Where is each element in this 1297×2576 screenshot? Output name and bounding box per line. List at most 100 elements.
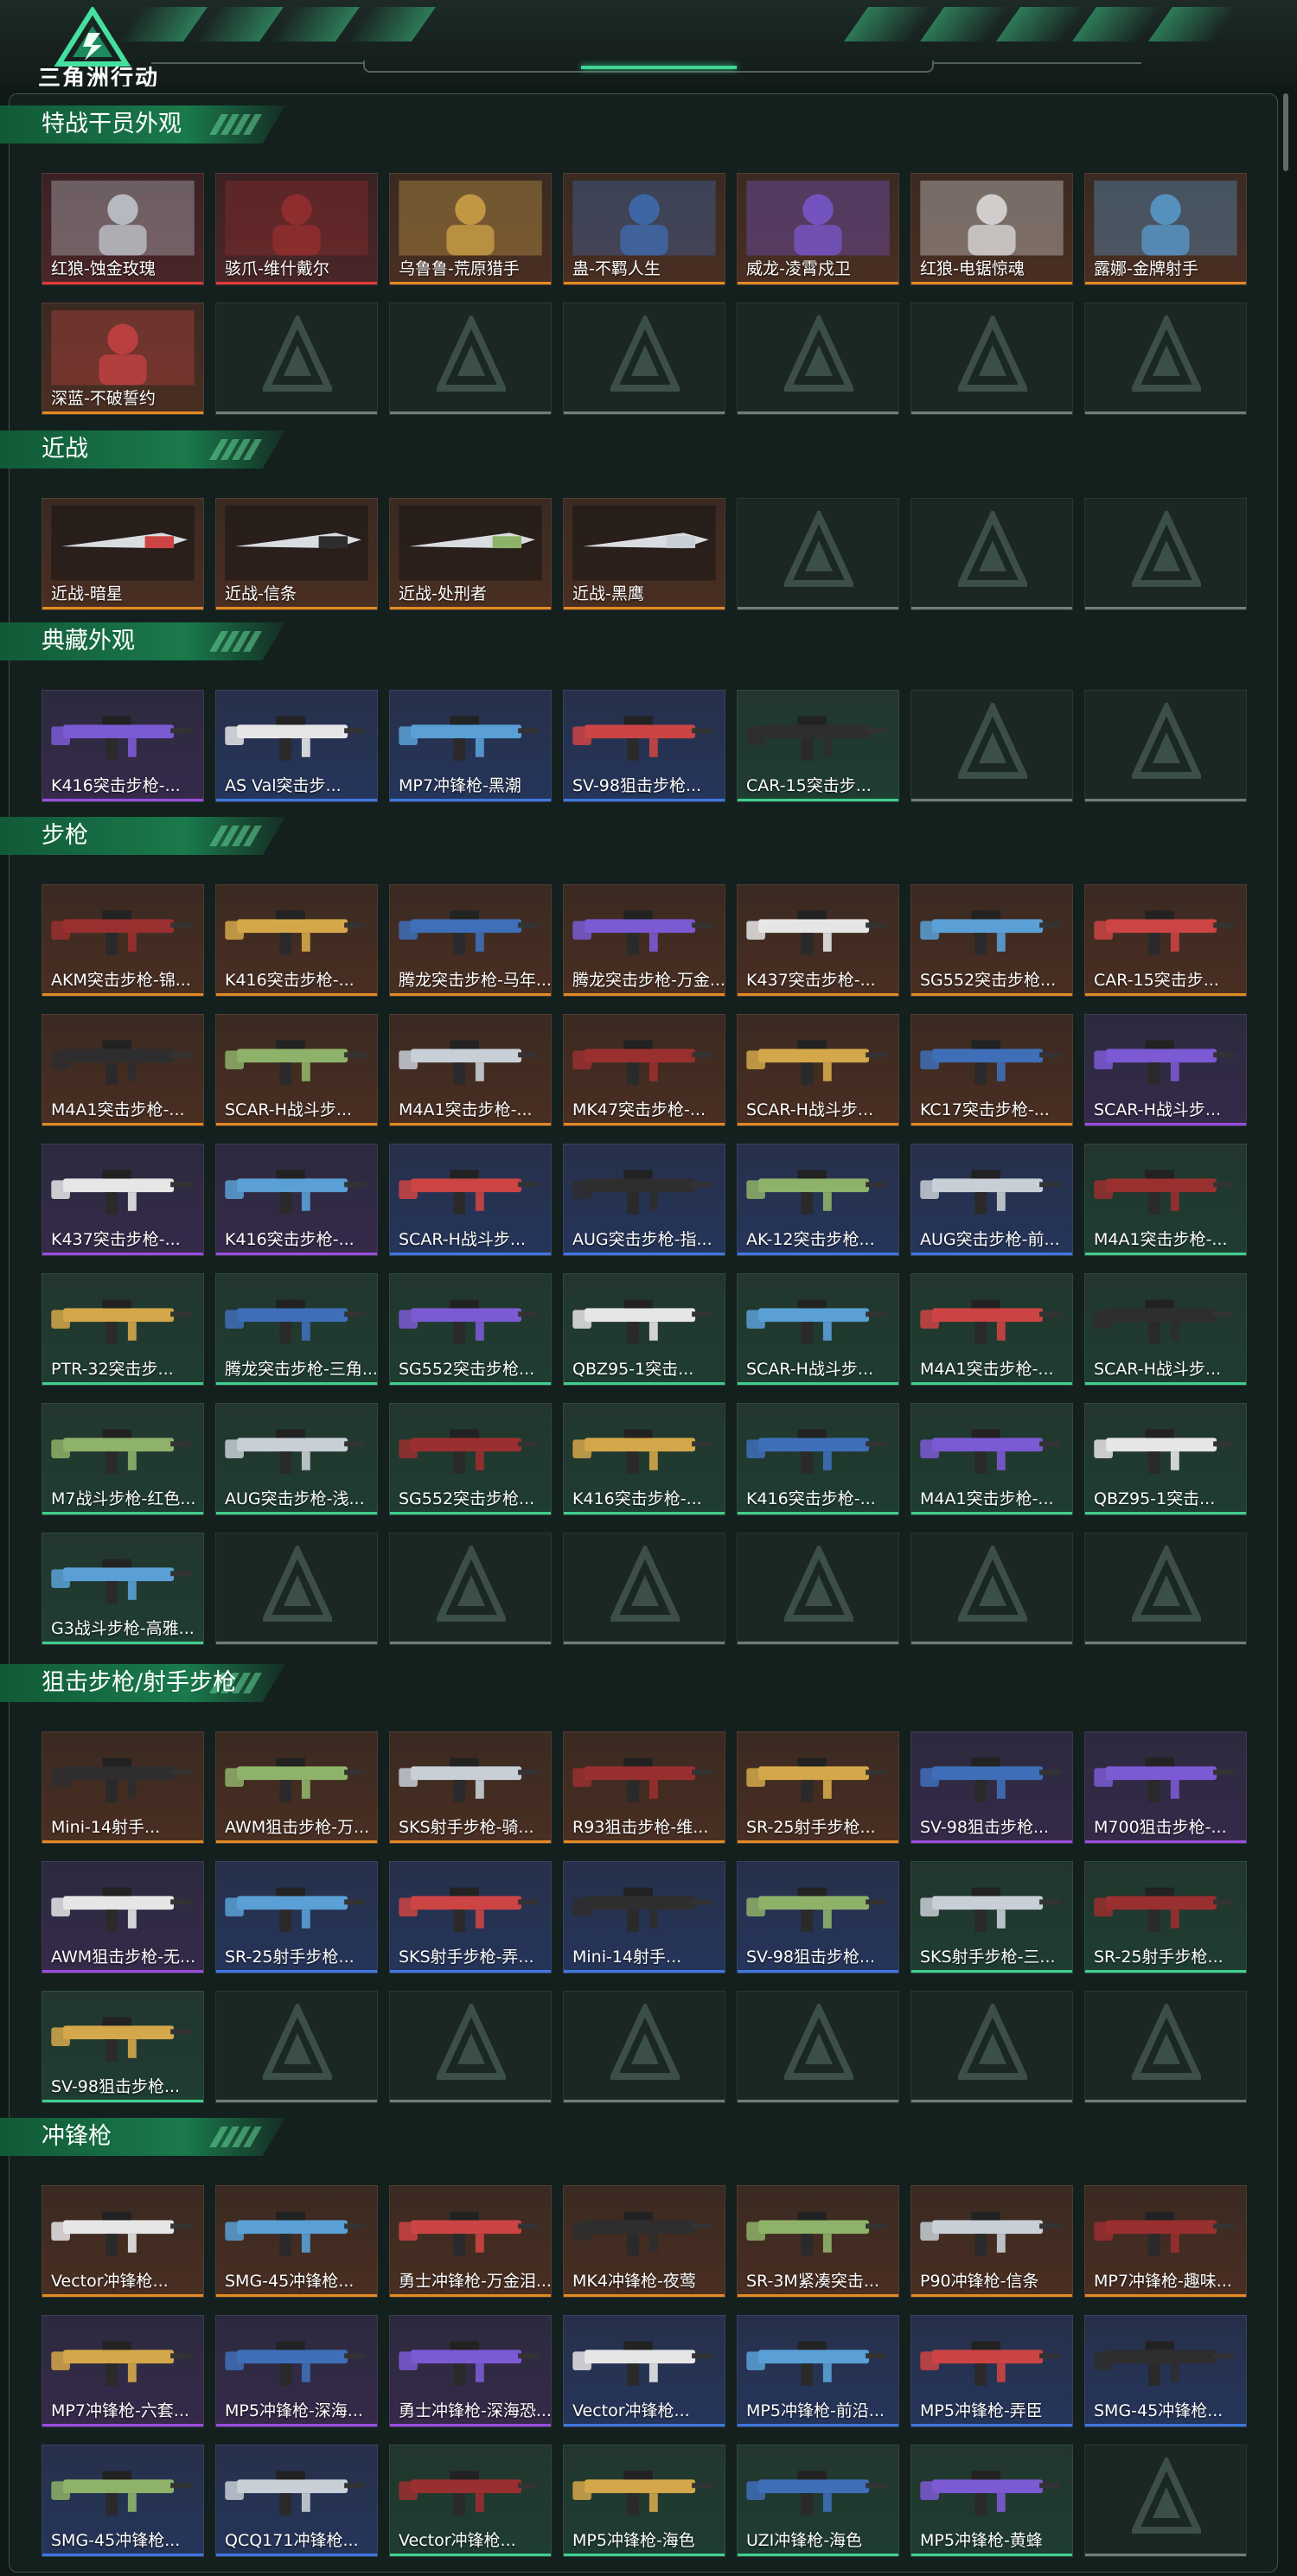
skin-card[interactable]: SV-98狙击步枪... [910, 1731, 1073, 1844]
skin-card[interactable]: SMG-45冲锋枪... [215, 2185, 378, 2298]
skin-card[interactable]: SCAR-H战斗步... [1084, 1273, 1247, 1386]
skin-card[interactable]: MP7冲锋枪-趣味... [1084, 2185, 1247, 2298]
skin-card[interactable]: PTR-32突击步... [42, 1273, 204, 1386]
skin-card[interactable]: M4A1突击步枪-... [910, 1273, 1073, 1386]
skin-card[interactable]: SV-98狙击步枪... [563, 690, 725, 802]
skin-card[interactable]: CAR-15突击步... [1084, 884, 1247, 997]
skin-name: R93狙击步枪-维... [572, 1818, 709, 1837]
skin-card[interactable]: SKS射手步枪-骑... [389, 1731, 552, 1844]
skin-card[interactable]: 腾龙突击步枪-万金... [563, 884, 725, 997]
skin-card[interactable]: AUG突击步枪-前... [910, 1144, 1073, 1256]
skin-card[interactable]: QBZ95-1突击... [563, 1273, 725, 1386]
skin-card[interactable]: Mini-14射手... [563, 1861, 725, 1973]
skin-name: 露娜-金牌射手 [1094, 259, 1198, 278]
skin-card[interactable]: M4A1突击步枪-... [1084, 1144, 1247, 1256]
skin-name: M4A1突击步枪-... [920, 1489, 1054, 1508]
skin-card[interactable]: 近战-暗星 [42, 498, 204, 610]
skin-card[interactable]: SCAR-H战斗步... [737, 1273, 899, 1386]
skin-card[interactable]: Mini-14射手... [42, 1731, 204, 1844]
skin-card[interactable]: AK-12突击步枪... [737, 1144, 899, 1256]
skin-card[interactable]: SCAR-H战斗步... [389, 1144, 552, 1256]
skin-card[interactable]: 勇士冲锋枪-深海恐... [389, 2315, 552, 2427]
skin-card[interactable]: SMG-45冲锋枪... [42, 2445, 204, 2557]
skin-name: K416突击步枪-... [225, 1230, 355, 1249]
skin-card[interactable]: 乌鲁鲁-荒原猎手 [389, 173, 552, 285]
skin-card[interactable]: 腾龙突击步枪-马年... [389, 884, 552, 997]
skin-card[interactable]: 深蓝-不破誓约 [42, 303, 204, 415]
skin-card[interactable]: MP7冲锋枪-六套... [42, 2315, 204, 2427]
skin-card[interactable]: G3战斗步枪-高雅... [42, 1533, 204, 1645]
skin-card[interactable]: 勇士冲锋枪-万金泪... [389, 2185, 552, 2298]
skin-card[interactable]: M4A1突击步枪-... [389, 1014, 552, 1126]
skin-card[interactable]: R93狙击步枪-维... [563, 1731, 725, 1844]
skin-card[interactable]: 近战-信条 [215, 498, 378, 610]
skin-card[interactable]: K437突击步枪-... [737, 884, 899, 997]
skin-card[interactable]: MK4冲锋枪-夜莺 [563, 2185, 725, 2298]
skin-card[interactable]: M4A1突击步枪-... [42, 1014, 204, 1126]
skin-card[interactable]: 近战-处刑者 [389, 498, 552, 610]
skin-card[interactable]: SR-25射手步枪... [215, 1861, 378, 1973]
skin-card[interactable]: QCQ171冲锋枪... [215, 2445, 378, 2557]
skin-card[interactable]: SR-25射手步枪... [1084, 1861, 1247, 1973]
skin-card[interactable]: M700狙击步枪-... [1084, 1731, 1247, 1844]
skin-card[interactable]: K416突击步枪-... [42, 690, 204, 802]
skin-card[interactable]: CAR-15突击步... [737, 690, 899, 802]
skin-name: AUG突击步枪-指... [572, 1230, 712, 1249]
skin-card[interactable]: 红狼-蚀金玫瑰 [42, 173, 204, 285]
skin-card[interactable]: K416突击步枪-... [563, 1403, 725, 1515]
skin-card[interactable]: K416突击步枪-... [215, 884, 378, 997]
skin-card[interactable]: MP5冲锋枪-前沿... [737, 2315, 899, 2427]
skin-card[interactable]: SV-98狙击步枪... [42, 1991, 204, 2103]
skin-card[interactable]: 近战-黑鹰 [563, 498, 725, 610]
skin-card[interactable]: SV-98狙击步枪... [737, 1861, 899, 1973]
skin-name: 深蓝-不破誓约 [51, 389, 156, 408]
placeholder-logo-icon [1132, 2004, 1201, 2080]
skin-card[interactable]: 露娜-金牌射手 [1084, 173, 1247, 285]
skin-card[interactable]: SCAR-H战斗步... [737, 1014, 899, 1126]
skin-card[interactable]: P90冲锋枪-信条 [910, 2185, 1073, 2298]
empty-slot [1084, 498, 1247, 610]
skin-card[interactable]: AWM狙击步枪-万... [215, 1731, 378, 1844]
skin-card[interactable]: AKM突击步枪-锦... [42, 884, 204, 997]
skin-card[interactable]: AUG突击步枪-浅... [215, 1403, 378, 1515]
skin-card[interactable]: Vector冲锋枪... [563, 2315, 725, 2427]
skin-card[interactable]: AWM狙击步枪-无... [42, 1861, 204, 1973]
skin-card[interactable]: SCAR-H战斗步... [1084, 1014, 1247, 1126]
skin-card[interactable]: MP5冲锋枪-海色 [563, 2445, 725, 2557]
skin-card[interactable]: K437突击步枪-... [42, 1144, 204, 1256]
skin-card[interactable]: 腾龙突击步枪-三角... [215, 1273, 378, 1386]
skin-card[interactable]: M4A1突击步枪-... [910, 1403, 1073, 1515]
skin-card[interactable]: SR-25射手步枪... [737, 1731, 899, 1844]
skin-card[interactable]: SG552突击步枪... [389, 1403, 552, 1515]
skin-card[interactable]: SR-3M紧凑突击... [737, 2185, 899, 2298]
skin-card[interactable]: SG552突击步枪... [910, 884, 1073, 997]
skin-card[interactable]: MK47突击步枪-... [563, 1014, 725, 1126]
skin-card[interactable]: SG552突击步枪... [389, 1273, 552, 1386]
skin-card[interactable]: AS Val突击步... [215, 690, 378, 802]
scrollbar[interactable] [1283, 93, 1288, 171]
skin-card[interactable]: Vector冲锋枪... [389, 2445, 552, 2557]
skin-card[interactable]: 蛊-不羁人生 [563, 173, 725, 285]
skin-card[interactable]: KC17突击步枪-... [910, 1014, 1073, 1126]
skin-card[interactable]: SCAR-H战斗步... [215, 1014, 378, 1126]
skin-name: MK4冲锋枪-夜莺 [572, 2272, 696, 2291]
skin-card[interactable]: 红狼-电锯惊魂 [910, 173, 1073, 285]
skin-card[interactable]: MP7冲锋枪-黑潮 [389, 690, 552, 802]
skin-card[interactable]: Vector冲锋枪... [42, 2185, 204, 2298]
skin-card[interactable]: 骇爪-维什戴尔 [215, 173, 378, 285]
rarity-bar [390, 2554, 551, 2556]
skin-card[interactable]: SKS射手步枪-三... [910, 1861, 1073, 1973]
skin-card[interactable]: K416突击步枪-... [215, 1144, 378, 1256]
skin-card[interactable]: K416突击步枪-... [737, 1403, 899, 1515]
skin-card[interactable]: M7战斗步枪-红色... [42, 1403, 204, 1515]
skin-card[interactable]: 威龙-凌霄戍卫 [737, 173, 899, 285]
skin-card[interactable]: MP5冲锋枪-深海... [215, 2315, 378, 2427]
skin-card[interactable]: MP5冲锋枪-黄蜂 [910, 2445, 1073, 2557]
skin-card[interactable]: AUG突击步枪-指... [563, 1144, 725, 1256]
skin-card[interactable]: UZI冲锋枪-海色 [737, 2445, 899, 2557]
rarity-bar [564, 2424, 725, 2426]
skin-card[interactable]: SMG-45冲锋枪... [1084, 2315, 1247, 2427]
skin-card[interactable]: QBZ95-1突击... [1084, 1403, 1247, 1515]
skin-card[interactable]: MP5冲锋枪-弄臣 [910, 2315, 1073, 2427]
skin-card[interactable]: SKS射手步枪-弄... [389, 1861, 552, 1973]
